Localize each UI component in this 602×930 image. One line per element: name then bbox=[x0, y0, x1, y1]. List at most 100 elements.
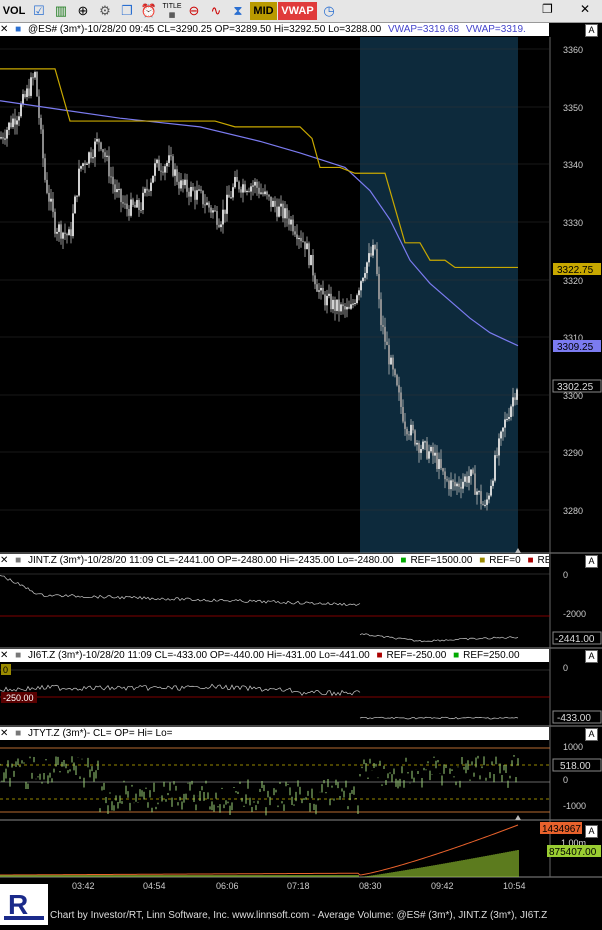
candle-body bbox=[510, 406, 512, 417]
candle-body bbox=[16, 120, 18, 125]
ji6t-line-1 bbox=[0, 683, 361, 697]
candle-body bbox=[450, 480, 452, 490]
candle-body bbox=[156, 159, 158, 164]
candle-body bbox=[338, 299, 340, 312]
candle-body bbox=[192, 186, 194, 191]
close-icon[interactable]: ✕ bbox=[0, 555, 8, 566]
panel-a-button[interactable]: A bbox=[585, 825, 598, 838]
volume-red-tag bbox=[540, 822, 582, 834]
series-color-icon: ■ bbox=[15, 24, 22, 35]
panel-a-button[interactable]: A bbox=[585, 650, 598, 663]
candle-body bbox=[252, 185, 254, 187]
candle-body bbox=[144, 188, 146, 193]
candle-body bbox=[234, 177, 236, 188]
candle-body bbox=[440, 459, 442, 469]
candle-body bbox=[456, 483, 458, 487]
candle-body bbox=[494, 455, 496, 481]
jtyt-tag-text: 518.00 bbox=[560, 761, 591, 772]
candle-body bbox=[504, 419, 506, 428]
panel-a-button[interactable]: A bbox=[585, 555, 598, 568]
candle-body bbox=[232, 187, 234, 198]
candle-body bbox=[320, 287, 322, 291]
candle-body bbox=[154, 163, 156, 176]
vwap-button[interactable]: VWAP bbox=[278, 2, 317, 20]
candle-body bbox=[478, 491, 480, 493]
x-tick-label: 10:54 bbox=[503, 881, 526, 891]
candle-body bbox=[24, 94, 26, 98]
candle-body bbox=[376, 248, 378, 275]
candle-body bbox=[292, 219, 294, 232]
candle-body bbox=[168, 155, 170, 163]
candle-body bbox=[70, 229, 72, 237]
close-icon[interactable]: ✕ bbox=[0, 650, 8, 661]
candle-body bbox=[218, 224, 220, 228]
candle-body bbox=[248, 191, 250, 193]
candle-body bbox=[202, 190, 204, 205]
clock-icon[interactable]: ◷ bbox=[320, 2, 338, 20]
candle-body bbox=[244, 184, 246, 192]
candle-body bbox=[162, 171, 164, 173]
jint-line-2 bbox=[359, 633, 519, 643]
candle-body bbox=[48, 192, 50, 202]
candle-body bbox=[372, 244, 374, 256]
candle-body bbox=[492, 480, 494, 486]
candle-body bbox=[430, 446, 432, 452]
minus-plus-icon[interactable]: ⊖ bbox=[185, 2, 203, 20]
ji6t-header-text: JI6T.Z (3m*)-10/28/20 11:09 CL=-433.00 O… bbox=[28, 650, 370, 661]
restore-icon[interactable]: ❐ bbox=[542, 2, 553, 16]
chart-canvas[interactable]: 3360 3350 3340 3330 3320 3310 3300 3290 … bbox=[0, 0, 602, 925]
hourglass-icon[interactable]: ⧗ bbox=[229, 2, 247, 20]
x-tick-label: 04:54 bbox=[143, 881, 166, 891]
y-tick-label: -1000 bbox=[563, 801, 586, 811]
candle-body bbox=[72, 213, 74, 237]
close-icon[interactable]: ✕ bbox=[0, 24, 8, 35]
candle-body bbox=[284, 208, 286, 219]
candle-body bbox=[124, 203, 126, 205]
price-panel-header: ✕ ■ @ES# (3m*)-10/28/20 09:45 CL=3290.25… bbox=[0, 23, 549, 36]
x-tick-label: 08:30 bbox=[359, 881, 382, 891]
candle-body bbox=[54, 211, 56, 234]
vol-button[interactable]: VOL bbox=[2, 2, 26, 20]
candle-body bbox=[462, 481, 464, 489]
candle-body bbox=[96, 139, 98, 142]
candle-body bbox=[174, 169, 176, 176]
windows-icon[interactable]: ❐ bbox=[118, 2, 136, 20]
candle-body bbox=[26, 88, 28, 98]
vwap2-header-text: VWAP=3319. bbox=[465, 24, 526, 35]
candle-body bbox=[330, 293, 332, 310]
candle-body bbox=[274, 200, 276, 207]
candle-body bbox=[14, 118, 16, 125]
title-icon[interactable]: TITLE ▦ bbox=[161, 2, 183, 20]
candle-body bbox=[312, 255, 314, 276]
candle-body bbox=[164, 166, 166, 173]
checkbox-icon[interactable]: ☑ bbox=[30, 2, 48, 20]
candle-body bbox=[254, 181, 256, 186]
candle-body bbox=[482, 503, 484, 506]
ji6t-line-2 bbox=[359, 716, 519, 720]
candle-body bbox=[324, 294, 326, 306]
close-icon[interactable]: ✕ bbox=[580, 2, 590, 16]
candle-body bbox=[84, 163, 86, 165]
candle-body bbox=[422, 441, 424, 450]
candle-body bbox=[6, 129, 8, 139]
panel-a-button[interactable]: A bbox=[585, 24, 598, 37]
sine-icon[interactable]: ∿ bbox=[207, 2, 225, 20]
candle-body bbox=[94, 141, 96, 158]
candle-body bbox=[212, 210, 214, 213]
close-icon[interactable]: ✕ bbox=[0, 728, 8, 739]
candle-body bbox=[402, 406, 404, 422]
jint-ref1-text: REF=1500.00 bbox=[410, 555, 473, 566]
candles-icon[interactable]: ▥ bbox=[52, 2, 70, 20]
alarm-icon[interactable]: ⏰ bbox=[140, 2, 158, 20]
ref-color-icon: ■ bbox=[376, 650, 383, 661]
mid-button[interactable]: MID bbox=[250, 2, 277, 20]
gear-icon[interactable]: ⚙ bbox=[96, 2, 114, 20]
zoom-icon[interactable]: ⊕ bbox=[74, 2, 92, 20]
candle-body bbox=[438, 459, 440, 469]
candle-body bbox=[128, 209, 130, 216]
candle-body bbox=[102, 149, 104, 153]
panel-a-button[interactable]: A bbox=[585, 728, 598, 741]
candle-body bbox=[368, 253, 370, 263]
ji6t-ref2-text: REF=250.00 bbox=[463, 650, 520, 661]
candle-body bbox=[380, 299, 382, 326]
